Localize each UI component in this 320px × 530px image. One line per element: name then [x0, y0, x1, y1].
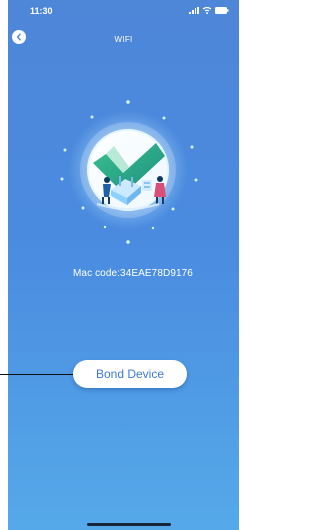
navigation-bar: WIFI — [8, 28, 239, 50]
wifi-bind-screen: 11:30 WIFI Mac code:34EAE78D9176 Bond De… — [8, 0, 239, 530]
success-illustration — [53, 96, 203, 246]
mac-code-text: Mac code:34EAE78D9176 — [33, 268, 233, 279]
home-indicator — [87, 523, 171, 526]
status-time: 11:30 — [30, 6, 53, 16]
mac-code-value: 34EAE78D9176 — [120, 268, 193, 279]
wifi-icon — [202, 6, 212, 14]
mac-code-label: Mac code: — [73, 268, 121, 279]
pointer-line — [0, 374, 73, 375]
signal-icon — [189, 6, 199, 14]
device-stack-icon — [142, 180, 152, 191]
status-icons — [189, 6, 229, 14]
page-title: WIFI — [114, 35, 133, 44]
router-setup-illustration — [60, 100, 198, 244]
bond-device-button[interactable]: Bond Device — [73, 360, 187, 388]
battery-icon — [215, 6, 229, 14]
status-bar: 11:30 — [8, 0, 239, 22]
